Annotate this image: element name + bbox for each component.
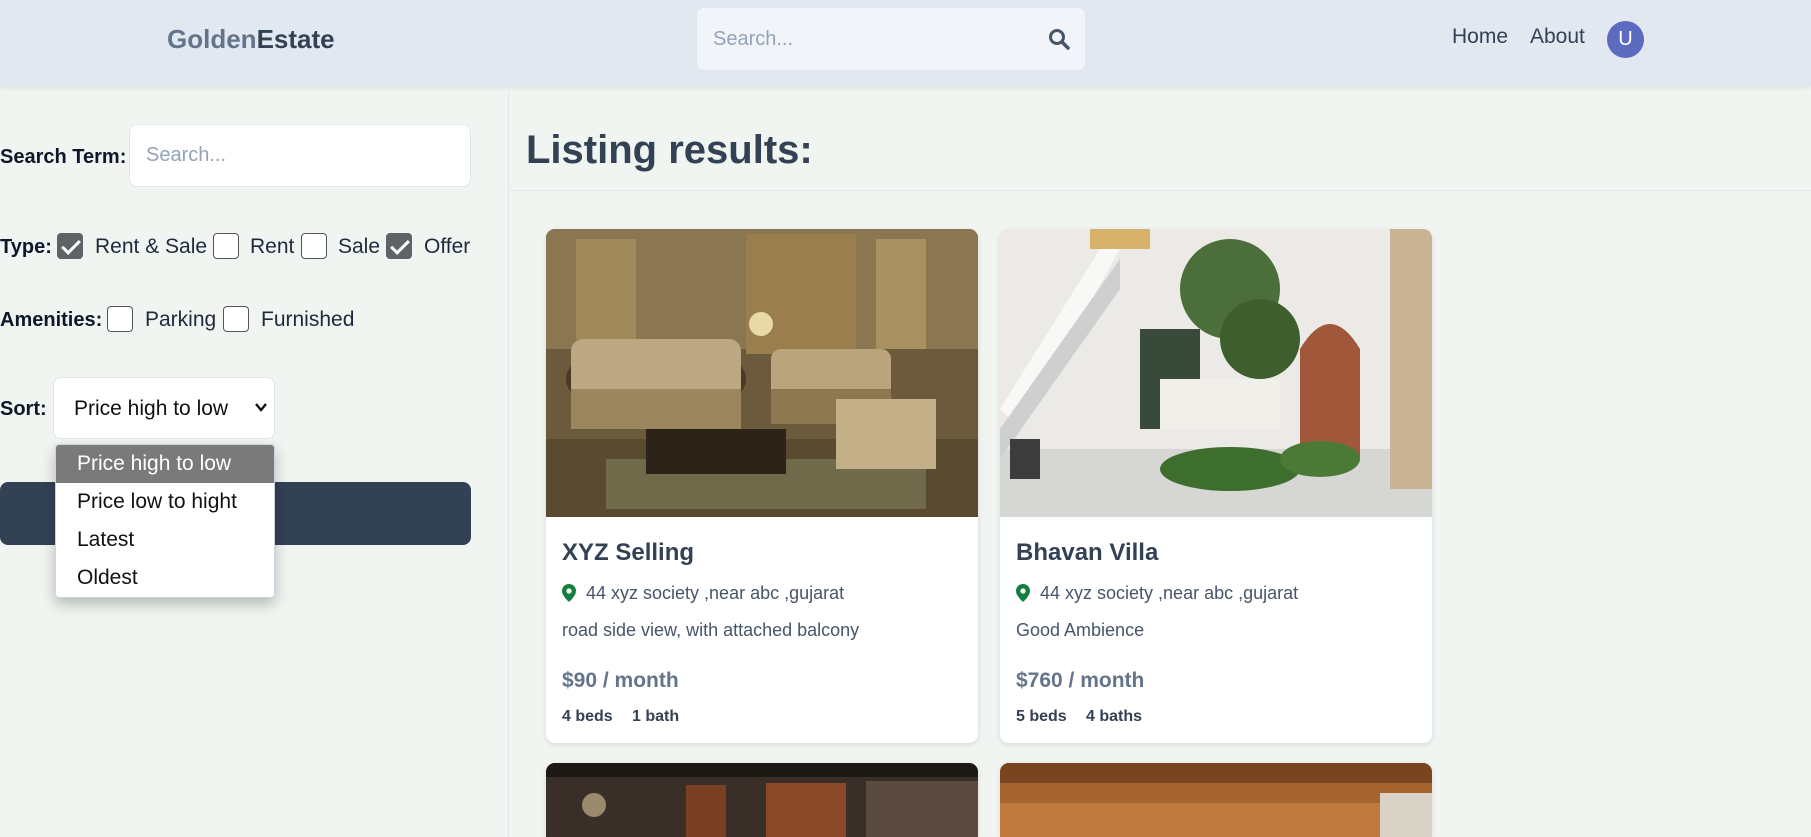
amenities-label: Amenities: — [0, 309, 103, 331]
checkbox-sale[interactable] — [301, 233, 327, 259]
listing-card[interactable] — [1000, 763, 1432, 837]
logo-golden: Golden — [167, 24, 257, 54]
search-term-field — [129, 124, 471, 187]
page-title: Listing results: — [526, 128, 813, 172]
listing-image[interactable] — [546, 229, 978, 517]
sort-option-price-low-to-high[interactable]: Price low to hight — [56, 483, 274, 521]
map-pin-icon — [1016, 584, 1030, 602]
listing-baths: 1 bath — [632, 708, 680, 725]
sort-selected-value: Price high to low — [74, 397, 229, 420]
listing-baths: 4 baths — [1086, 708, 1143, 725]
sort-dropdown-menu: Price high to low Price low to hight Lat… — [55, 444, 275, 598]
option-furnished: Furnished — [261, 308, 355, 331]
header-search-input[interactable] — [713, 8, 1023, 70]
listing-image[interactable] — [1000, 763, 1432, 837]
listing-card[interactable]: XYZ Selling 44 xyz society ,near abc ,gu… — [546, 229, 978, 743]
sort-option-price-high-to-low[interactable]: Price high to low — [56, 445, 274, 483]
checkbox-rent-and-sale[interactable] — [57, 233, 83, 259]
checkbox-offer[interactable] — [386, 233, 412, 259]
type-label: Type: — [0, 236, 52, 258]
listing-title[interactable]: Bhavan Villa — [1016, 539, 1158, 567]
listing-price: $760 / month — [1016, 669, 1145, 692]
option-rent: Rent — [250, 235, 295, 258]
listing-price: $90 / month — [562, 669, 679, 692]
logo[interactable]: GoldenEstate — [167, 24, 335, 55]
option-offer: Offer — [424, 235, 471, 258]
header-search — [697, 8, 1085, 70]
listing-image[interactable] — [1000, 229, 1432, 517]
sort-option-latest[interactable]: Latest — [56, 521, 274, 559]
option-parking: Parking — [145, 308, 217, 331]
listing-card[interactable] — [546, 763, 978, 837]
logo-estate: Estate — [256, 24, 335, 54]
map-pin-icon — [562, 584, 576, 602]
search-term-input[interactable] — [146, 125, 456, 186]
sort-label: Sort: — [0, 398, 47, 420]
option-sale: Sale — [338, 235, 381, 258]
search-term-label: Search Term: — [0, 146, 127, 168]
nav-about[interactable]: About — [1530, 25, 1585, 49]
search-icon[interactable] — [1047, 27, 1071, 51]
option-rent-and-sale: Rent & Sale — [95, 235, 208, 258]
listing-description: road side view, with attached balcony — [562, 620, 860, 640]
avatar[interactable]: U — [1607, 21, 1644, 58]
top-header: GoldenEstate Home About U — [0, 0, 1811, 86]
checkbox-parking[interactable] — [107, 306, 133, 332]
listing-beds: 4 beds — [562, 708, 613, 725]
sort-option-oldest[interactable]: Oldest — [56, 559, 274, 597]
listing-address: 44 xyz society ,near abc ,gujarat — [586, 583, 845, 603]
title-divider — [510, 190, 1811, 191]
listing-title[interactable]: XYZ Selling — [562, 539, 694, 567]
listing-card[interactable]: Bhavan Villa 44 xyz society ,near abc ,g… — [1000, 229, 1432, 743]
listing-address: 44 xyz society ,near abc ,gujarat — [1040, 583, 1299, 603]
listing-image[interactable] — [546, 763, 978, 837]
nav-home[interactable]: Home — [1452, 25, 1508, 49]
chevron-down-icon — [255, 403, 267, 412]
checkbox-furnished[interactable] — [223, 306, 249, 332]
listing-description: Good Ambience — [1016, 620, 1145, 640]
listing-beds: 5 beds — [1016, 708, 1067, 725]
checkbox-rent[interactable] — [213, 233, 239, 259]
sort-select[interactable]: Price high to low — [53, 377, 275, 439]
